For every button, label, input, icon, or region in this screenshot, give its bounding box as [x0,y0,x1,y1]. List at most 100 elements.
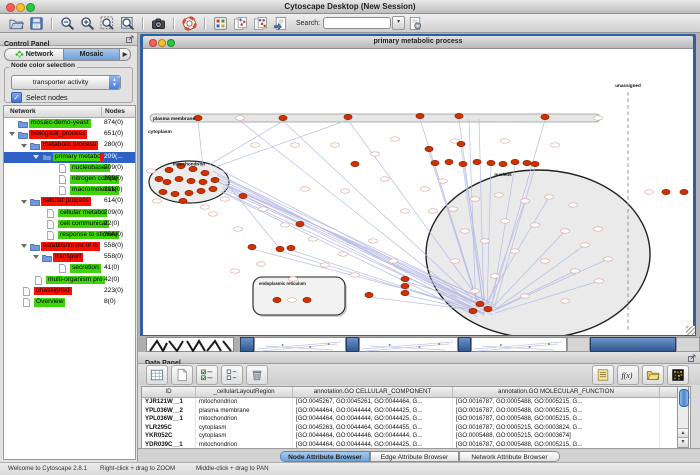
network-node[interactable] [155,176,163,181]
network-node-unselected[interactable] [388,259,397,263]
column-header-annotation.GO MOLECULAR_FUNCTION[interactable]: annotation.GO MOLECULAR_FUNCTION [453,387,660,397]
network-node[interactable] [416,113,424,118]
network-node[interactable] [484,306,492,311]
network-node-unselected[interactable] [290,143,299,147]
network-node-unselected[interactable] [308,237,317,241]
zoom-fit-button[interactable] [98,15,116,32]
network-edge[interactable] [209,121,283,165]
network-node-unselected[interactable] [448,207,457,211]
scroll-down-button[interactable]: ▼ [678,437,688,447]
tab-scroll-arrow[interactable]: ▶ [120,48,131,61]
tree-row-cell-communicat[interactable]: cell communicat22(0) [4,219,135,230]
background-window-fragment[interactable] [254,337,346,352]
network-node-unselected[interactable] [320,263,329,267]
network-node[interactable] [431,160,439,165]
tree-row-mosaic-demo-yeast[interactable]: mosaic-demo-yeast874(0) [4,118,135,129]
background-window-titlebar[interactable] [346,337,359,352]
network-node[interactable] [287,245,295,250]
zoom-selected-button[interactable] [118,15,136,32]
table-row[interactable]: YJR121W__1mitochondrion[GO:0045267, GO:0… [142,398,690,407]
change-table-mode-button[interactable] [146,365,168,385]
network-node-unselected[interactable] [368,239,377,243]
tree-row-cellular-process[interactable]: cellular process614(0) [4,196,135,207]
network-node[interactable] [175,176,183,181]
float-data-panel-icon[interactable] [688,354,696,362]
network-node[interactable] [680,189,688,194]
network-node-unselected[interactable] [300,187,309,191]
network-node[interactable] [209,186,217,191]
network-node-unselected[interactable] [380,177,389,181]
network-node-unselected[interactable] [287,298,296,302]
network-edge[interactable] [198,121,203,167]
network-node[interactable] [401,283,409,288]
help-button[interactable] [180,15,198,32]
tree-row-transport[interactable]: transport558(0) [4,252,135,263]
network-tree-header[interactable]: Network Nodes [4,106,135,118]
column-header-ID[interactable]: ID [142,387,196,397]
network-node[interactable] [189,166,197,171]
network-node-unselected[interactable] [570,269,579,273]
network-node[interactable] [211,177,219,182]
tree-row-response-to-stimulu[interactable]: response to stimulu264(0) [4,230,135,241]
network-node[interactable] [541,114,549,119]
network-node-unselected[interactable] [258,207,267,211]
network-node[interactable] [511,159,519,164]
unselect-attributes-button[interactable] [221,365,243,385]
tree-row-macromolecule[interactable]: macromolecule311(0) [4,185,135,196]
tab-mosaic[interactable]: Mosaic [64,48,120,61]
network-node[interactable] [473,159,481,164]
search-input[interactable] [323,17,391,29]
tree-row-secretion[interactable]: secretion41(0) [4,263,135,274]
zoom-out-button[interactable] [58,15,76,32]
network-node-unselected[interactable] [560,299,569,303]
background-windows-strip[interactable] [138,337,700,352]
network-node[interactable] [163,179,171,184]
expand-arrow-icon[interactable] [21,200,27,204]
open-button[interactable] [7,15,25,32]
network-node[interactable] [273,297,281,302]
vizmapper-button[interactable] [211,15,229,32]
network-node[interactable] [531,161,539,166]
network-node[interactable] [662,189,670,194]
network-node[interactable] [165,167,173,172]
network-edge[interactable] [223,189,300,224]
background-window-fragment[interactable] [567,337,590,352]
network-canvas[interactable]: plasma membranecytoplasmmitochondrionnuc… [143,49,693,335]
network-node-unselected[interactable] [256,262,265,266]
save-button[interactable] [27,15,45,32]
attribute-batch-editor-button[interactable] [592,365,614,385]
expand-arrow-icon[interactable] [9,132,15,136]
network-node[interactable] [455,113,463,118]
network-node[interactable] [365,292,373,297]
network-node-unselected[interactable] [146,169,155,173]
delete-attribute-button[interactable] [246,365,268,385]
link-networks-button[interactable] [251,15,269,32]
network-node-unselected[interactable] [338,252,347,256]
float-panel-icon[interactable] [126,35,134,43]
expand-arrow-icon[interactable] [21,244,27,248]
tree-row-biological-process[interactable]: biological_process651(0) [4,129,135,140]
network-node-unselected[interactable] [200,205,209,209]
expand-arrow-icon[interactable] [21,144,27,148]
network-node-unselected[interactable] [580,243,589,247]
network-window-titlebar[interactable]: primary metabolic process [143,36,693,49]
attribute-table-header[interactable]: ID_cellularLayoutRegionannotation.GO CEL… [142,387,690,398]
tree-row-primary-metabo[interactable]: primary metabo209(... [4,152,135,163]
zoom-view-button[interactable] [167,39,175,47]
close-window-button[interactable] [6,3,15,12]
network-node[interactable] [459,161,467,166]
network-node[interactable] [487,160,495,165]
tab-network-attribute-browser[interactable]: Network Attribute Browser [459,451,560,462]
background-window-fragment[interactable] [359,337,458,352]
background-window-titlebar[interactable] [590,337,676,352]
select-nodes-checkbox[interactable]: ✓ [11,92,22,103]
search-settings-button[interactable] [406,15,424,32]
network-node[interactable] [159,189,167,194]
network-node-unselected[interactable] [500,139,509,143]
network-node-unselected[interactable] [420,187,429,191]
snapshot-button[interactable] [149,15,167,32]
network-node-unselected[interactable] [470,197,479,201]
network-node-unselected[interactable] [550,143,559,147]
network-node[interactable] [303,297,311,302]
network-edge[interactable] [215,120,348,167]
